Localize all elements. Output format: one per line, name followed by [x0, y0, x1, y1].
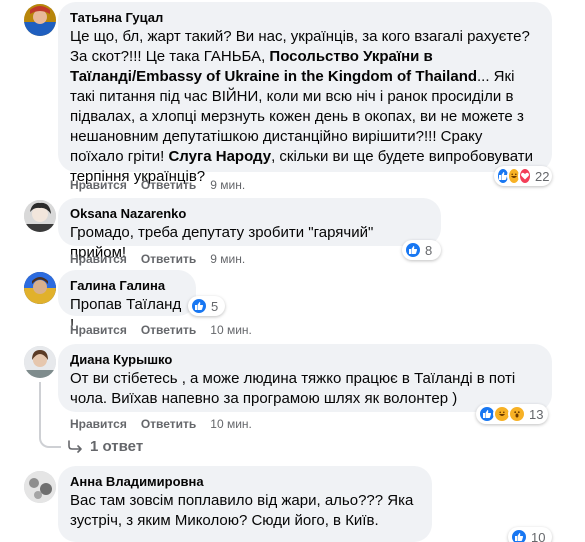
like-button[interactable]: Нравится	[70, 417, 127, 431]
comment-author[interactable]: Татьяна Гуцал	[70, 10, 540, 26]
like-icon	[510, 528, 528, 542]
reply-button[interactable]: Ответить	[141, 252, 196, 266]
love-icon	[518, 167, 532, 185]
comment-bubble: Галина Галина Пропав Таїланд !	[58, 270, 196, 333]
comment-text: Вас там зовсім поплавило від жари, альо?…	[70, 492, 414, 529]
comment-author[interactable]: Галина Галина	[70, 278, 184, 294]
mention-sluha-narodu[interactable]: Слуга Народу	[168, 148, 271, 165]
like-button[interactable]: Нравится	[70, 252, 127, 266]
avatar[interactable]	[24, 200, 56, 232]
reaction-summary[interactable]: 8	[402, 240, 441, 260]
thread-elbow	[39, 430, 61, 448]
avatar[interactable]	[24, 272, 56, 304]
comment-author[interactable]: Анна Владимировна	[70, 474, 420, 490]
comment-actions: Нравится Ответить 9 мин.	[70, 251, 259, 267]
comment-bubble: Oksana Nazarenko Громадо, треба депутату…	[58, 198, 441, 261]
reaction-count: 8	[425, 242, 433, 258]
view-replies-button[interactable]: 1 ответ	[68, 438, 143, 455]
avatar[interactable]	[24, 4, 56, 36]
comment-timestamp[interactable]: 9 мин.	[210, 252, 245, 266]
reaction-summary[interactable]: 22	[494, 166, 552, 186]
reply-button[interactable]: Ответить	[141, 417, 196, 431]
reaction-summary[interactable]: 13	[476, 404, 548, 424]
reaction-count: 5	[211, 298, 219, 314]
comment-bubble: Анна Владимировна Вас там зовсім поплави…	[58, 466, 432, 542]
reply-button[interactable]: Ответить	[141, 178, 196, 192]
comment-author[interactable]: Oksana Nazarenko	[70, 206, 429, 222]
comment-text: Це що, бл, жарт такий? Ви нас, українців…	[70, 28, 534, 185]
reaction-summary[interactable]: 5	[188, 296, 225, 316]
like-button[interactable]: Нравится	[70, 178, 127, 192]
reaction-count: 22	[535, 168, 550, 184]
comment-bubble: Диана Курышко От ви стібетесь , а може л…	[58, 344, 552, 412]
comment-timestamp[interactable]: 9 мин.	[210, 178, 245, 192]
comment-text: От ви стібетесь , а може людина тяжко пр…	[70, 370, 516, 407]
like-button[interactable]: Нравится	[70, 323, 127, 337]
comment-timestamp[interactable]: 10 мин.	[210, 323, 252, 337]
reaction-summary[interactable]: 10	[508, 527, 552, 542]
replies-count-label: 1 ответ	[90, 438, 144, 455]
reply-button[interactable]: Ответить	[141, 323, 196, 337]
reply-arrow-icon	[68, 439, 82, 453]
wow-icon	[508, 405, 526, 423]
thread-line	[39, 382, 41, 430]
comment-bubble: Татьяна Гуцал Це що, бл, жарт такий? Ви …	[58, 2, 552, 185]
reaction-count: 13	[529, 406, 544, 422]
avatar[interactable]	[24, 346, 56, 378]
comment-actions: Нравится Ответить 10 мин.	[70, 322, 266, 338]
reaction-count: 10	[531, 529, 546, 542]
comment-actions: Нравится Ответить 9 мин.	[70, 177, 259, 193]
comment-actions: Нравится Ответить 10 мин.	[70, 416, 266, 432]
like-icon	[190, 297, 208, 315]
avatar[interactable]	[24, 471, 56, 503]
like-icon	[404, 241, 422, 259]
comment-author[interactable]: Диана Курышко	[70, 352, 540, 368]
comment-timestamp[interactable]: 10 мин.	[210, 417, 252, 431]
